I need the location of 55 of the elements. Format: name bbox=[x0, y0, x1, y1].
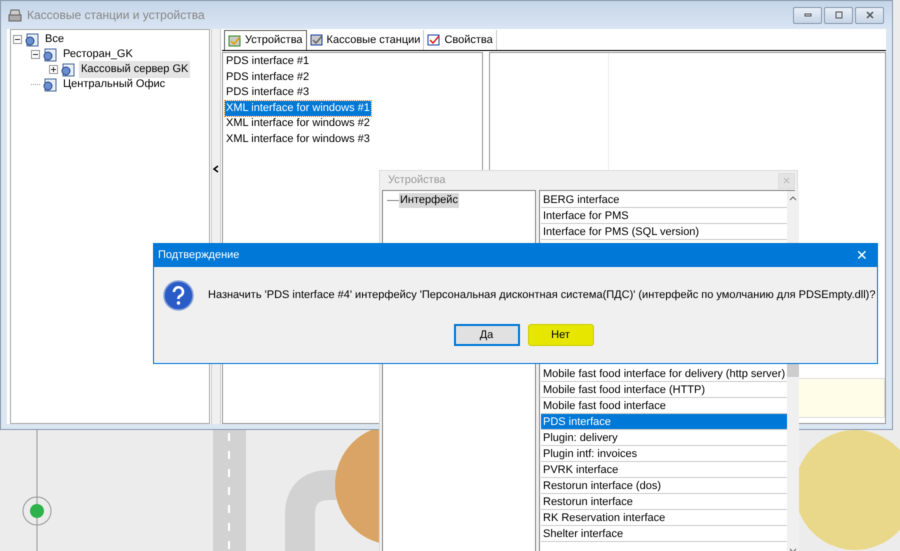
close-icon bbox=[864, 11, 874, 19]
list-item[interactable]: XML interface for windows #1 bbox=[225, 100, 371, 116]
dialog-button[interactable]: Нет bbox=[528, 324, 594, 346]
node-icon bbox=[42, 78, 58, 92]
list-item[interactable]: Plugin: delivery bbox=[541, 430, 788, 446]
list-item[interactable]: PDS interface #1 bbox=[225, 54, 310, 70]
tab[interactable]: Свойства bbox=[424, 30, 497, 50]
minimize-button[interactable] bbox=[793, 6, 822, 24]
tree-item[interactable]: Кассовый сервер GK bbox=[79, 61, 190, 78]
tab[interactable]: Кассовые станции bbox=[306, 30, 424, 50]
dialog-title: Подтверждение bbox=[158, 248, 240, 264]
tab-icon bbox=[310, 34, 324, 46]
scrollbar-thumb[interactable] bbox=[787, 363, 800, 377]
list-item[interactable]: XML interface for windows #2 bbox=[225, 116, 371, 132]
dialog-button[interactable]: Да bbox=[454, 324, 520, 346]
window-title: Кассовые станции и устройства bbox=[27, 7, 205, 24]
tree-item[interactable]: Ресторан_GK bbox=[61, 46, 135, 63]
close-button[interactable]: ✕ bbox=[847, 244, 877, 267]
list-item[interactable]: Mobile fast food interface for delivery (http server) bbox=[541, 366, 788, 382]
list-item[interactable]: Interface for PMS (SQL version) bbox=[541, 224, 788, 240]
confirm-message: Назначить 'PDS interface #4' интерфейсу 'Персональная дисконтная система(ПДС)' (интерфейс по умолчанию для PDSEmpty.dll)? bbox=[208, 288, 876, 304]
question-icon bbox=[163, 280, 194, 311]
tree-item[interactable]: Интерфейс bbox=[399, 193, 459, 208]
tab-icon bbox=[427, 34, 442, 46]
maximize-button[interactable] bbox=[824, 6, 853, 24]
node-icon bbox=[42, 48, 58, 62]
node-icon bbox=[24, 32, 40, 46]
collapse-icon[interactable] bbox=[13, 35, 22, 44]
collapse-icon[interactable] bbox=[31, 50, 40, 59]
node-icon bbox=[60, 62, 76, 76]
expand-icon[interactable] bbox=[49, 65, 58, 74]
close-button[interactable] bbox=[855, 6, 884, 24]
list-item[interactable]: Shelter interface bbox=[541, 526, 788, 542]
tab-icon bbox=[228, 34, 242, 46]
minimize-icon bbox=[802, 11, 812, 19]
list-item[interactable]: Plugin intf: invoices bbox=[541, 446, 788, 462]
list-item[interactable]: PVRK interface bbox=[541, 462, 788, 478]
list-item[interactable]: XML interface for windows #3 bbox=[225, 132, 371, 147]
list-item[interactable]: PDS interface #3 bbox=[225, 85, 310, 100]
close-icon bbox=[783, 177, 790, 184]
tree-item[interactable]: Все bbox=[43, 31, 66, 48]
maximize-icon bbox=[834, 11, 844, 19]
list-item[interactable]: BERG interface bbox=[541, 192, 788, 208]
list-item[interactable]: Mobile fast food interface (HTTP) bbox=[541, 382, 788, 398]
register-icon bbox=[7, 8, 23, 22]
list-item[interactable]: Interface for PMS bbox=[541, 208, 788, 224]
tree-line-icon bbox=[31, 84, 40, 85]
list-item[interactable]: Restorun interface bbox=[541, 494, 788, 510]
dialog-title: Устройства bbox=[388, 173, 446, 188]
list-item[interactable]: PDS interface #2 bbox=[225, 70, 310, 85]
tree-item[interactable]: Центральный Офис bbox=[61, 76, 168, 93]
tab[interactable]: Устройства bbox=[224, 30, 307, 50]
list-item[interactable]: Restorun interface (dos) bbox=[541, 478, 788, 494]
list-item[interactable]: PDS interface bbox=[541, 414, 788, 430]
list-item[interactable]: RK Reservation interface bbox=[541, 510, 788, 526]
